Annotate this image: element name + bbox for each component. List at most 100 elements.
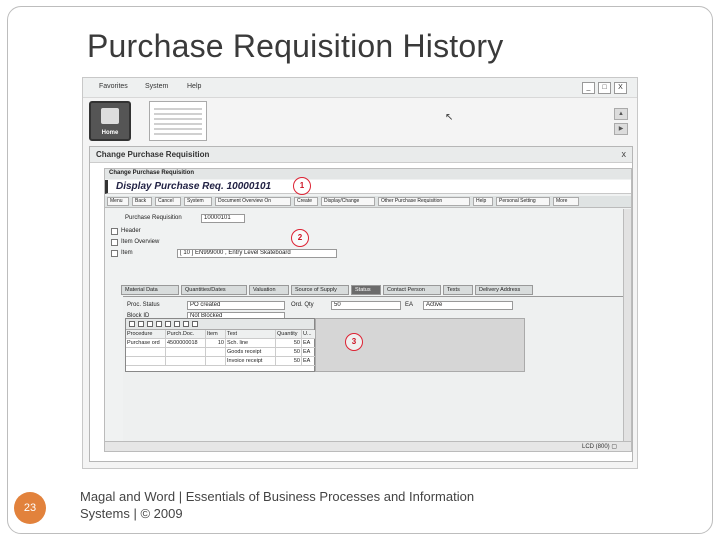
cell-purch-doc bbox=[166, 357, 206, 366]
toolbar-help-button[interactable]: Help bbox=[473, 197, 493, 206]
scroll-up-arrow[interactable]: ▲ bbox=[614, 108, 628, 120]
cell-item: 10 bbox=[206, 339, 226, 348]
item-select[interactable]: [ 10 ] EN999000 , Entry Level Skateboard bbox=[177, 249, 337, 258]
col-header: Quantity bbox=[276, 330, 302, 339]
home-button[interactable]: Home bbox=[89, 101, 131, 141]
unit-label: EA bbox=[405, 302, 414, 308]
toolbar-menu-button[interactable]: Menu bbox=[107, 197, 129, 206]
cell-purch-doc: 4500000018 bbox=[166, 339, 206, 348]
tab-source-of-supply[interactable]: Source of Supply bbox=[291, 285, 349, 295]
home-icon bbox=[101, 108, 119, 124]
inner-title: Change Purchase Requisition bbox=[105, 169, 631, 179]
tab-status[interactable]: Status bbox=[351, 285, 381, 295]
cell-quantity: 50 bbox=[276, 348, 302, 357]
menu-help[interactable]: Help bbox=[187, 83, 201, 90]
vertical-scrollbar[interactable] bbox=[623, 209, 631, 445]
window-thumbnail[interactable] bbox=[149, 101, 207, 141]
toolbar-personal-setting-button[interactable]: Personal Setting bbox=[496, 197, 550, 206]
col-header: U... bbox=[302, 330, 316, 339]
table-tool-icon[interactable] bbox=[192, 321, 198, 327]
proc-status-label: Proc. Status bbox=[127, 302, 160, 308]
cell-procedure bbox=[126, 357, 166, 366]
tree-item-overview[interactable]: Item Overview bbox=[121, 239, 159, 245]
tab-texts[interactable]: Texts bbox=[443, 285, 473, 295]
tab-valuation[interactable]: Valuation bbox=[249, 285, 289, 295]
cell-item bbox=[206, 348, 226, 357]
table-tool-icon[interactable] bbox=[174, 321, 180, 327]
col-header: Purch.Doc. bbox=[166, 330, 206, 339]
expand-item-overview-icon[interactable] bbox=[111, 239, 118, 246]
cell-procedure bbox=[126, 348, 166, 357]
tab-contact-person[interactable]: Contact Person bbox=[383, 285, 441, 295]
sap-screenshot: Favorites System Help _ □ X Home ▲ ▶ ↖ C… bbox=[82, 77, 638, 469]
cell-quantity: 50 bbox=[276, 339, 302, 348]
dialog-close-icon[interactable]: x bbox=[622, 149, 627, 159]
cell-item bbox=[206, 357, 226, 366]
toolbar-more-button[interactable]: More bbox=[553, 197, 579, 206]
table-row[interactable]: Invoice receipt 50 EA bbox=[126, 357, 316, 366]
table-row[interactable]: Purchase ord 4500000018 10 Sch. line 50 … bbox=[126, 339, 316, 348]
table-row[interactable]: Goods receipt 50 EA bbox=[126, 348, 316, 357]
cell-procedure: Purchase ord bbox=[126, 339, 166, 348]
toolbar-display-change-button[interactable]: Display/Change bbox=[321, 197, 375, 206]
table-tool-icon[interactable] bbox=[156, 321, 162, 327]
history-table: Procedure Purch.Doc. Item Text Quantity … bbox=[125, 318, 316, 372]
tree-item[interactable]: Item bbox=[121, 250, 133, 256]
dialog-title: Change Purchase Requisition bbox=[90, 147, 632, 163]
proc-status-field[interactable]: PO created bbox=[187, 301, 285, 310]
tab-delivery-address[interactable]: Delivery Address bbox=[475, 285, 533, 295]
menu-favorites[interactable]: Favorites bbox=[99, 83, 128, 90]
table-tool-icon[interactable] bbox=[147, 321, 153, 327]
cell-purch-doc bbox=[166, 348, 206, 357]
slide-footer: Magal and Word | Essentials of Business … bbox=[80, 489, 475, 521]
slide-title: Purchase Requisition History bbox=[87, 28, 504, 64]
active-field[interactable]: Active bbox=[423, 301, 513, 310]
expand-item-icon[interactable] bbox=[111, 250, 118, 257]
slide-number-badge: 23 bbox=[14, 492, 46, 524]
toolbar-system-button[interactable]: System bbox=[184, 197, 212, 206]
top-menu-bar: Favorites System Help _ □ X bbox=[83, 78, 637, 98]
tab-quantities-dates[interactable]: Quantities/Dates bbox=[181, 285, 247, 295]
table-tool-icon[interactable] bbox=[129, 321, 135, 327]
tab-material-data[interactable]: Material Data bbox=[121, 285, 179, 295]
maximize-button[interactable]: □ bbox=[598, 82, 611, 94]
table-header-row: Procedure Purch.Doc. Item Text Quantity … bbox=[126, 330, 316, 339]
callout-3: 3 bbox=[345, 333, 363, 351]
cell-text: Invoice receipt bbox=[226, 357, 276, 366]
toolbar-other-pr-button[interactable]: Other Purchase Requisition bbox=[378, 197, 470, 206]
home-label: Home bbox=[101, 130, 119, 136]
table-tool-icon[interactable] bbox=[138, 321, 144, 327]
table-tool-icon[interactable] bbox=[183, 321, 189, 327]
status-text: LCD (800) ▢ bbox=[581, 444, 617, 450]
close-window-button[interactable]: X bbox=[614, 82, 627, 94]
cell-text: Sch. line bbox=[226, 339, 276, 348]
col-header: Text bbox=[226, 330, 276, 339]
col-header: Item bbox=[206, 330, 226, 339]
cell-unit: EA bbox=[302, 339, 316, 348]
callout-1: 1 bbox=[293, 177, 311, 195]
expand-header-icon[interactable] bbox=[111, 228, 118, 235]
table-toolbar bbox=[126, 319, 314, 330]
toolbar: Menu Back Cancel System Document Overvie… bbox=[105, 196, 631, 208]
display-header: Display Purchase Req. 10000101 bbox=[105, 180, 631, 194]
scroll-right-arrow[interactable]: ▶ bbox=[614, 123, 628, 135]
ord-qty-field[interactable]: 50 bbox=[331, 301, 401, 310]
toolbar-back-button[interactable]: Back bbox=[132, 197, 152, 206]
menu-system[interactable]: System bbox=[145, 83, 168, 90]
cell-unit: EA bbox=[302, 357, 316, 366]
mouse-cursor-icon: ↖ bbox=[445, 112, 454, 123]
inner-window: Change Purchase Requisition Display Purc… bbox=[104, 168, 632, 452]
minimize-button[interactable]: _ bbox=[582, 82, 595, 94]
change-pr-dialog: Change Purchase Requisition x Change Pur… bbox=[89, 146, 633, 462]
toolbar-doc-overview-button[interactable]: Document Overview On bbox=[215, 197, 291, 206]
pr-label: Purchase Requisition bbox=[125, 215, 182, 221]
col-header: Procedure bbox=[126, 330, 166, 339]
cell-unit: EA bbox=[302, 348, 316, 357]
toolbar-cancel-button[interactable]: Cancel bbox=[155, 197, 181, 206]
tree-header[interactable]: Header bbox=[121, 228, 141, 234]
table-tool-icon[interactable] bbox=[165, 321, 171, 327]
pr-number-field[interactable]: 10000101 bbox=[201, 214, 245, 223]
toolbar-create-button[interactable]: Create bbox=[294, 197, 318, 206]
callout-2: 2 bbox=[291, 229, 309, 247]
status-bar: LCD (800) ▢ bbox=[105, 441, 631, 451]
